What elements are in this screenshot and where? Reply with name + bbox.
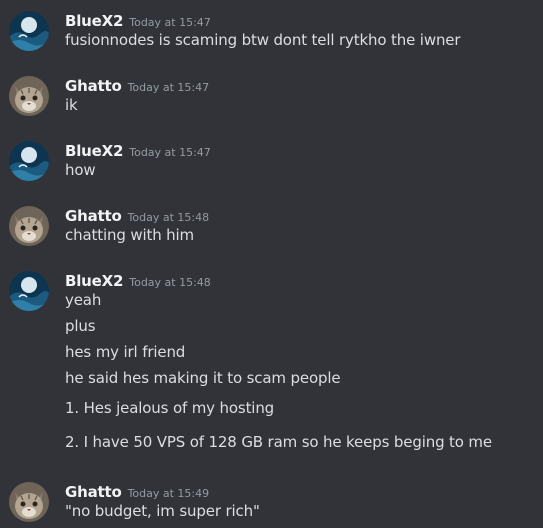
- message-text: hes my irl friend: [65, 343, 186, 361]
- timestamp[interactable]: Today at 15:47: [129, 146, 211, 159]
- timestamp[interactable]: Today at 15:47: [128, 81, 210, 94]
- cat-avatar-icon: [9, 76, 49, 116]
- avatar[interactable]: [9, 206, 49, 246]
- message-text: chatting with him: [65, 226, 195, 244]
- timestamp[interactable]: Today at 15:48: [128, 211, 210, 224]
- timestamp[interactable]: Today at 15:49: [128, 487, 210, 500]
- message-header: BlueX2 Today at 15:47: [65, 141, 211, 161]
- chat-message-list: BlueX2 Today at 15:47 fusionnodes is scam…: [0, 0, 543, 528]
- message-text: ik: [65, 96, 78, 114]
- username[interactable]: Ghatto: [65, 207, 122, 225]
- username[interactable]: Ghatto: [65, 483, 122, 501]
- avatar[interactable]: [9, 76, 49, 116]
- moon-wave-avatar-icon: [9, 141, 49, 181]
- message-header: Ghatto Today at 15:48: [65, 206, 209, 226]
- message-text: how: [65, 161, 96, 179]
- message-text: fusionnodes is scaming btw dont tell ryt…: [65, 31, 461, 49]
- message-text: plus: [65, 317, 96, 335]
- username[interactable]: BlueX2: [65, 12, 123, 30]
- message-text: "no budget, im super rich": [65, 502, 260, 520]
- cat-avatar-icon: [9, 482, 49, 522]
- timestamp[interactable]: Today at 15:48: [129, 276, 211, 289]
- message-header: Ghatto Today at 15:49: [65, 482, 209, 502]
- avatar[interactable]: [9, 11, 49, 51]
- avatar[interactable]: [9, 141, 49, 181]
- avatar[interactable]: [9, 482, 49, 522]
- username[interactable]: BlueX2: [65, 272, 123, 290]
- avatar[interactable]: [9, 271, 49, 311]
- moon-wave-avatar-icon: [9, 271, 49, 311]
- moon-wave-avatar-icon: [9, 11, 49, 51]
- list-item: 2. I have 50 VPS of 128 GB ram so he kee…: [65, 433, 492, 451]
- message-text: he said hes making it to scam people: [65, 369, 341, 387]
- message-text: yeah: [65, 291, 102, 309]
- list-item: 1. Hes jealous of my hosting: [65, 399, 275, 417]
- message-header: BlueX2 Today at 15:47: [65, 11, 211, 31]
- username[interactable]: BlueX2: [65, 142, 123, 160]
- cat-avatar-icon: [9, 206, 49, 246]
- message-header: BlueX2 Today at 15:48: [65, 271, 211, 291]
- username[interactable]: Ghatto: [65, 77, 122, 95]
- timestamp[interactable]: Today at 15:47: [129, 16, 211, 29]
- message-header: Ghatto Today at 15:47: [65, 76, 209, 96]
